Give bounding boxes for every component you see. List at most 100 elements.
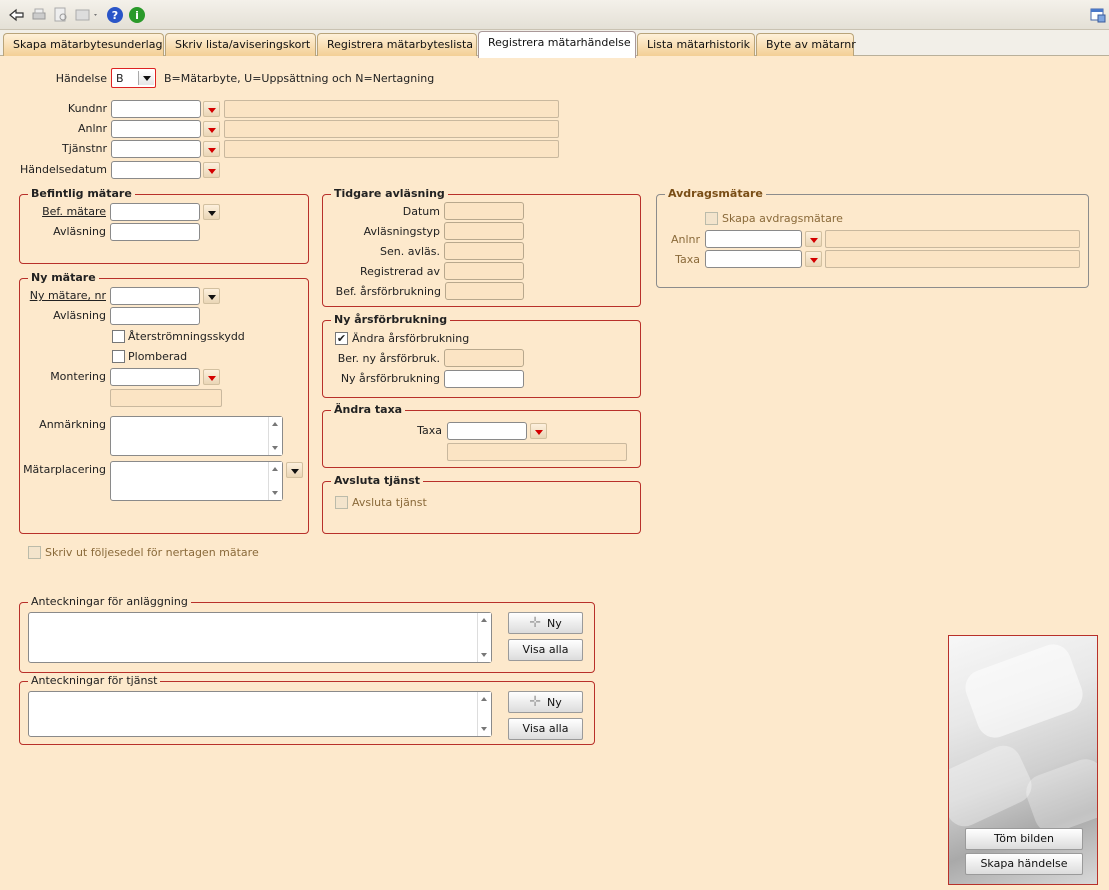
tab-skapa-matarbytesunderlag[interactable]: Skapa mätarbytesunderlag [3, 33, 164, 56]
anteckningar-anlaggning-ny-button[interactable]: ✛ Ny [508, 612, 583, 634]
avdrag-anlnr-label: Anlnr [670, 233, 700, 246]
handelsedatum-dropdown-button[interactable] [203, 162, 220, 178]
tab-lista-matarhistorik[interactable]: Lista mätarhistorik [637, 33, 755, 56]
ny-avlasning-input[interactable] [110, 307, 200, 325]
anteckningar-anlaggning-visa-alla-button[interactable]: Visa alla [508, 639, 583, 661]
skriv-ut-foljesedel-checkbox[interactable] [28, 546, 41, 559]
anlnr-dropdown-button[interactable] [203, 121, 220, 137]
print-preview-icon[interactable] [52, 6, 70, 24]
anlnr-input[interactable] [111, 120, 201, 138]
plomberad-label: Plomberad [128, 350, 188, 363]
skapa-handelse-button[interactable]: Skapa händelse [965, 853, 1083, 875]
anteckningar-anlaggning-scrollbar[interactable] [477, 613, 491, 662]
matarplacering-dropdown-button[interactable] [286, 462, 303, 478]
avlasningstyp-field [444, 222, 524, 240]
plus-icon: ✛ [529, 694, 541, 710]
avdrag-taxa-dropdown-button[interactable] [805, 251, 822, 267]
bef-matare-label[interactable]: Bef. mätare [30, 205, 106, 218]
handelsedatum-label: Händelsedatum [19, 163, 107, 176]
kundnr-dropdown-button[interactable] [203, 101, 220, 117]
andra-taxa-input[interactable] [447, 422, 527, 440]
bef-matare-input[interactable] [110, 203, 200, 221]
ny-arsforbrukning-label: Ny årsförbrukning [340, 372, 440, 385]
montering-input[interactable] [110, 368, 200, 386]
skapa-avdragsmatare-label: Skapa avdragsmätare [722, 212, 843, 225]
tjanstnr-label: Tjänstnr [61, 142, 107, 155]
info-icon[interactable]: i [128, 6, 146, 24]
ny-arsforbrukning-title: Ny årsförbrukning [331, 313, 451, 326]
tidigare-avlasning-title: Tidgare avläsning [331, 187, 448, 200]
anteckningar-anlaggning-title: Anteckningar för anläggning [28, 595, 191, 608]
print-icon[interactable] [30, 6, 48, 24]
handelsedatum-input[interactable] [111, 161, 201, 179]
tjanstnr-description-field [224, 140, 559, 158]
andra-arsforbrukning-checkbox[interactable]: ✔ [335, 332, 348, 345]
andra-taxa-title: Ändra taxa [331, 403, 406, 416]
avdrag-anlnr-dropdown-button[interactable] [805, 231, 822, 247]
avdragsmatare-title: Avdragsmätare [665, 187, 766, 200]
datum-label: Datum [402, 205, 440, 218]
datum-field [444, 202, 524, 220]
registrerad-av-field [444, 262, 524, 280]
window-settings-icon[interactable] [1089, 6, 1107, 24]
anmarkning-textarea[interactable] [110, 416, 283, 456]
matarplacering-scrollbar[interactable] [268, 462, 282, 500]
bef-arsforbrukning-field [445, 282, 524, 300]
tab-registrera-matarbyteslista[interactable]: Registrera mätarbyteslista [317, 33, 477, 56]
tom-bilden-button[interactable]: Töm bilden [965, 828, 1083, 850]
anteckningar-tjanst-visa-alla-button[interactable]: Visa alla [508, 718, 583, 740]
ny-avlasning-label: Avläsning [53, 309, 106, 322]
befintlig-avlasning-label: Avläsning [53, 225, 106, 238]
befintlig-matare-title: Befintlig mätare [28, 187, 135, 200]
andra-taxa-dropdown-button[interactable] [530, 423, 547, 439]
ber-ny-arsforbruk-field [444, 349, 524, 367]
svg-text:i: i [135, 9, 139, 22]
help-icon[interactable]: ? [106, 6, 124, 24]
avdrag-taxa-input[interactable] [705, 250, 802, 268]
ny-arsforbrukning-input[interactable] [444, 370, 524, 388]
anteckningar-tjanst-ny-button[interactable]: ✛ Ny [508, 691, 583, 713]
plomberad-checkbox[interactable] [112, 350, 125, 363]
avdrag-anlnr-description-field [825, 230, 1080, 248]
svg-text:?: ? [112, 9, 118, 22]
tab-registrera-matarhandelse[interactable]: Registrera mätarhändelse [478, 31, 636, 58]
anmarkning-scrollbar[interactable] [268, 417, 282, 455]
ny-matare-title: Ny mätare [28, 271, 99, 284]
kundnr-description-field [224, 100, 559, 118]
avsluta-tjanst-checkbox[interactable] [335, 496, 348, 509]
anteckningar-tjanst-scrollbar[interactable] [477, 692, 491, 736]
anmarkning-label: Anmärkning [39, 418, 106, 431]
event-select[interactable]: B [111, 68, 156, 88]
ny-matare-nr-input[interactable] [110, 287, 200, 305]
back-arrow-icon[interactable] [8, 6, 26, 24]
avlasningstyp-label: Avläsningstyp [363, 225, 440, 238]
matarplacering-label: Mätarplacering [23, 463, 106, 476]
avdrag-anlnr-input[interactable] [705, 230, 802, 248]
sen-avlas-label: Sen. avläs. [380, 245, 440, 258]
event-hint: B=Mätarbyte, U=Uppsättning och N=Nertagn… [164, 72, 435, 85]
plus-icon: ✛ [529, 615, 541, 631]
keyboard-key-shape [949, 739, 1038, 833]
kundnr-input[interactable] [111, 100, 201, 118]
montering-dropdown-button[interactable] [203, 369, 220, 385]
tab-skriv-lista[interactable]: Skriv lista/aviseringskort [165, 33, 316, 56]
event-select-value: B [116, 72, 124, 85]
matarplacering-textarea[interactable] [110, 461, 283, 501]
anteckningar-tjanst-textarea[interactable] [28, 691, 492, 737]
skapa-avdragsmatare-checkbox[interactable] [705, 212, 718, 225]
anlnr-description-field [224, 120, 559, 138]
chevron-down-icon[interactable] [138, 71, 154, 85]
ny-matare-nr-label[interactable]: Ny mätare, nr [25, 289, 106, 302]
aterstromningsskydd-label: Återströmningsskydd [128, 330, 245, 343]
tab-byte-av-matarnr[interactable]: Byte av mätarnr [756, 33, 856, 56]
tjanstnr-input[interactable] [111, 140, 201, 158]
befintlig-avlasning-input[interactable] [110, 223, 200, 241]
ny-matare-nr-dropdown-button[interactable] [203, 288, 220, 304]
bef-matare-dropdown-button[interactable] [203, 204, 220, 220]
tjanstnr-dropdown-button[interactable] [203, 141, 220, 157]
export-icon[interactable] [74, 6, 100, 24]
anteckningar-anlaggning-textarea[interactable] [28, 612, 492, 663]
aterstromningsskydd-checkbox[interactable] [112, 330, 125, 343]
toolbar: ? i [0, 0, 1109, 30]
tab-bar: Skapa mätarbytesunderlag Skriv lista/avi… [0, 30, 1109, 58]
